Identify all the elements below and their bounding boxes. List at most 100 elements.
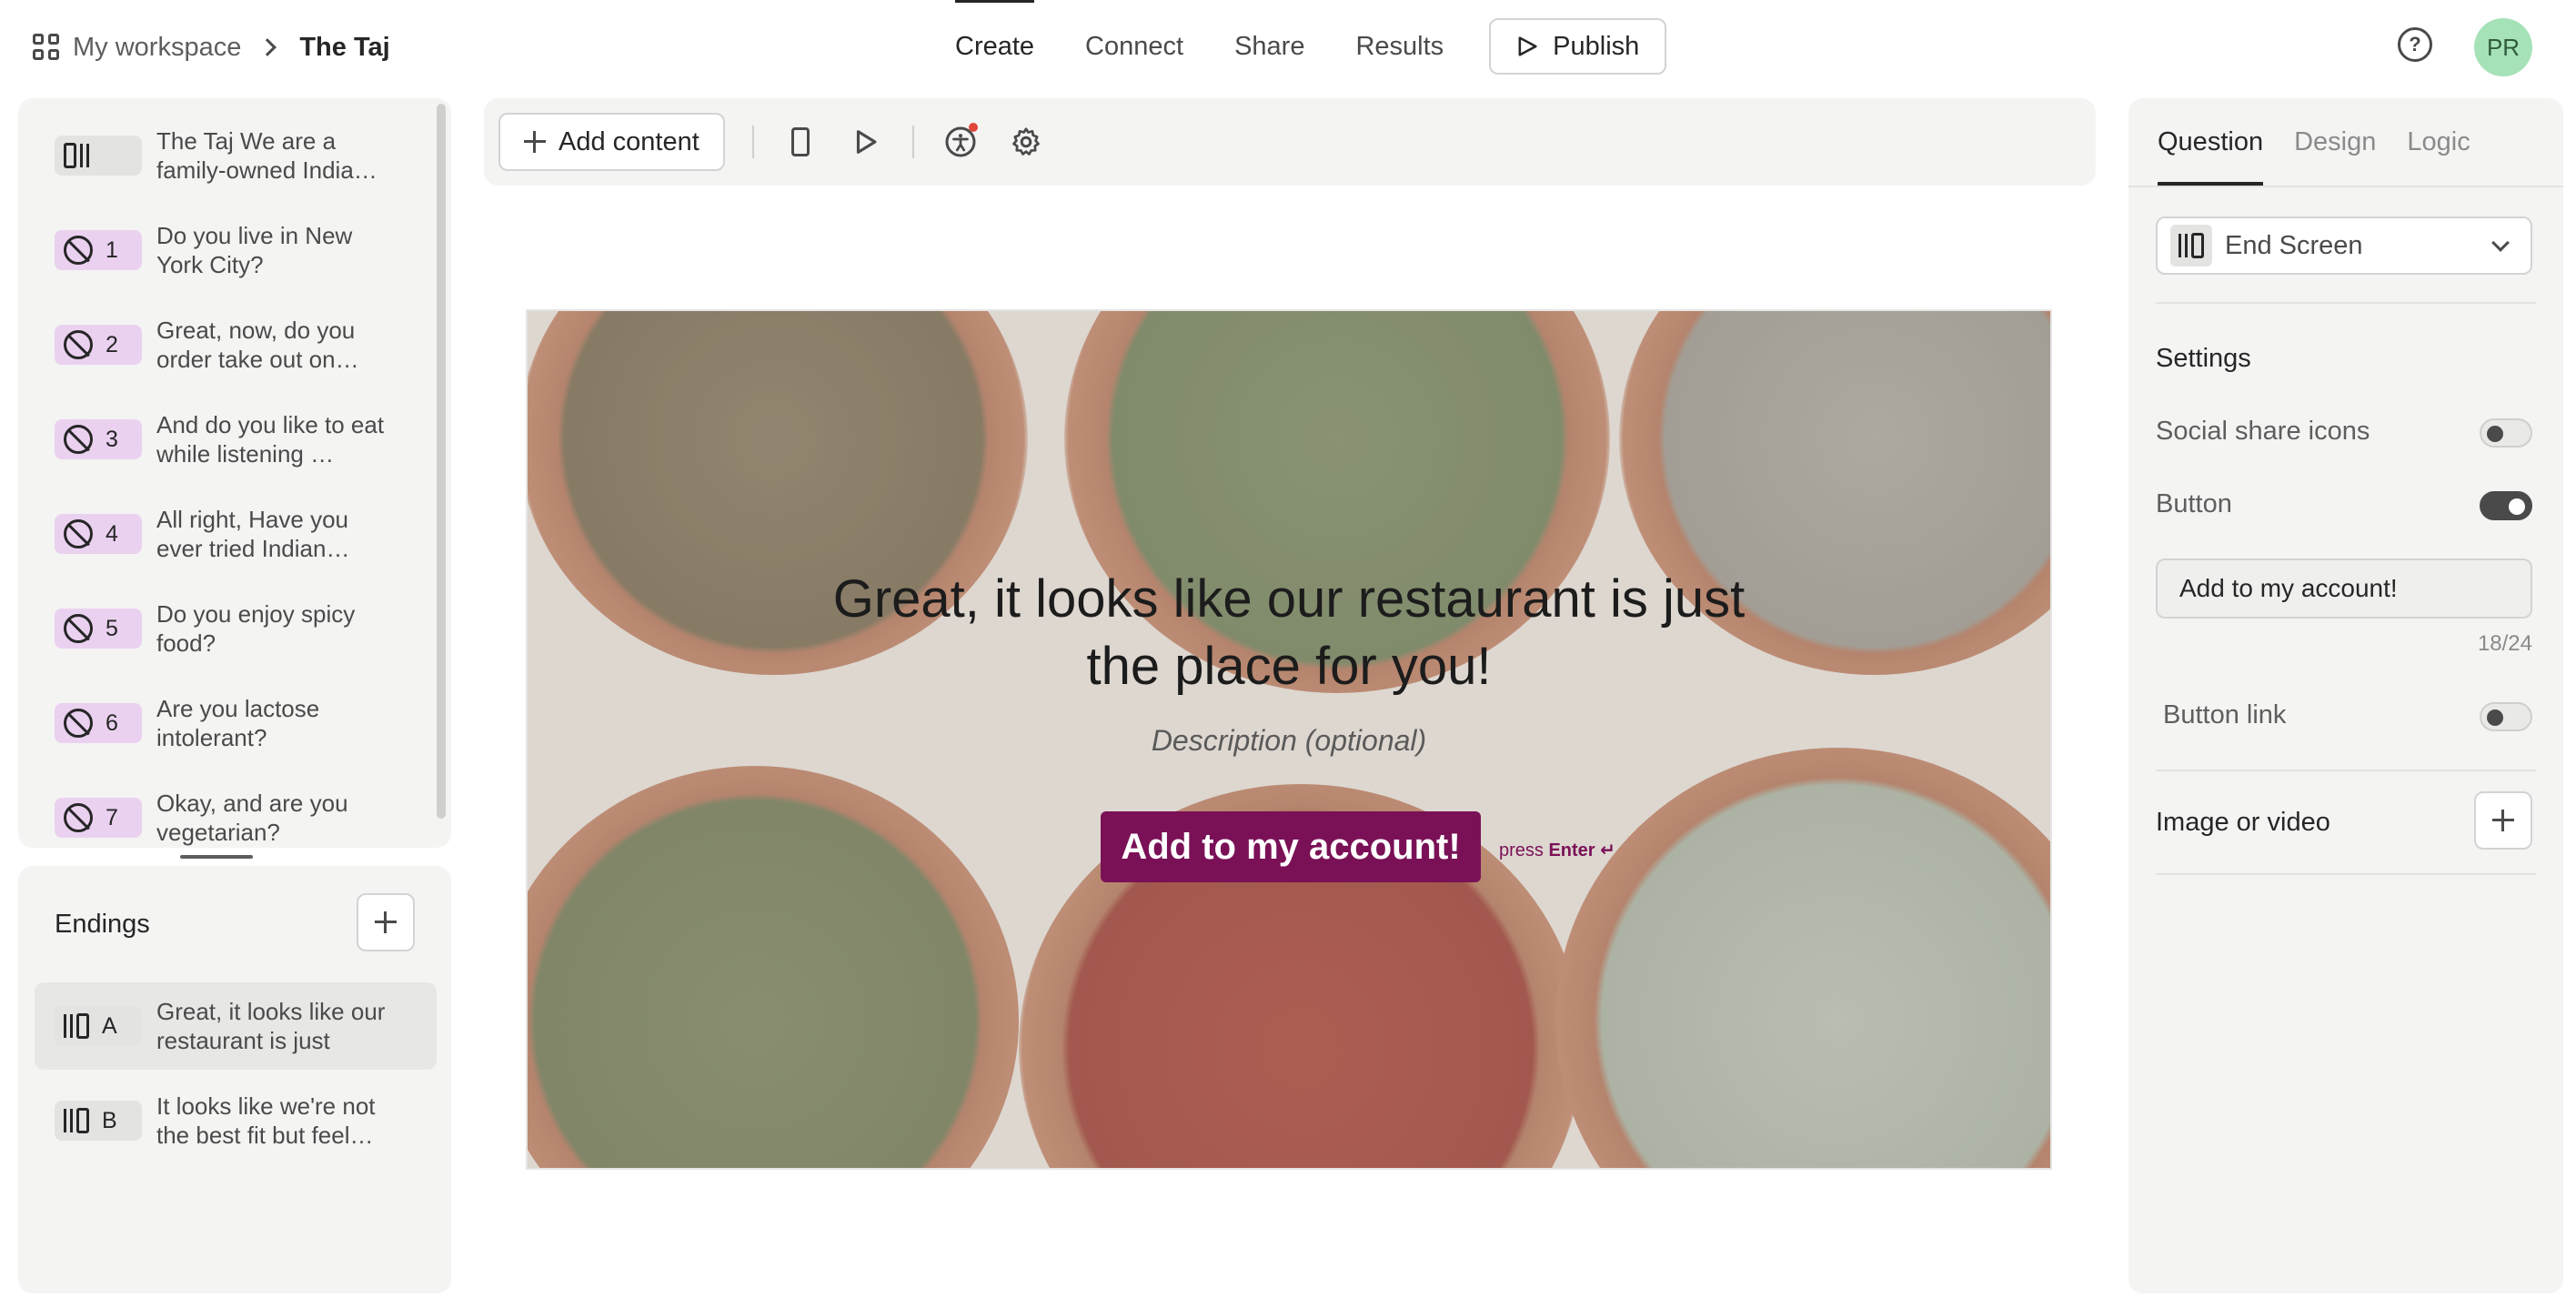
chevron-down-icon — [2491, 234, 2510, 252]
question-item[interactable]: 3 And do you like to eat while listening… — [55, 398, 418, 480]
add-ending-button[interactable] — [357, 893, 415, 951]
question-badge: 7 — [55, 798, 142, 838]
main-nav: Create Connect Share Results Publish — [955, 0, 1667, 93]
end-screen-icon — [2179, 233, 2204, 258]
press-prefix: press — [1499, 840, 1544, 860]
image-video-label: Image or video — [2156, 808, 2330, 837]
play-icon — [856, 130, 877, 154]
disabled-icon — [64, 236, 93, 265]
ending-text: It looks like we're not the best fit but… — [156, 1092, 376, 1149]
phone-icon — [790, 127, 810, 156]
add-image-button[interactable] — [2474, 791, 2532, 850]
accessibility-button[interactable] — [941, 123, 980, 161]
divider — [2156, 873, 2536, 875]
tab-logic[interactable]: Logic — [2407, 98, 2470, 186]
avatar[interactable]: PR — [2474, 18, 2532, 76]
screen-preview[interactable]: Great, it looks like our restaurant is j… — [526, 309, 2052, 1170]
questions-panel: The Taj We are a family-owned India… 1 D… — [18, 98, 451, 848]
toolbar-divider — [751, 126, 754, 158]
question-item[interactable]: 4 All right, Have you ever tried Indian… — [55, 493, 418, 575]
settings-button[interactable] — [1007, 123, 1045, 161]
tab-results[interactable]: Results — [1355, 0, 1444, 93]
question-number: 5 — [106, 615, 118, 641]
disabled-icon — [64, 425, 93, 454]
question-item[interactable]: 6 Are you lactose intolerant? — [55, 682, 418, 764]
add-content-button[interactable]: Add content — [498, 113, 725, 171]
plus-icon — [524, 131, 546, 153]
press-enter-hint: press Enter ↵ — [1499, 839, 1615, 861]
question-type-select[interactable]: End Screen — [2156, 216, 2532, 275]
properties-panel: Question Design Logic End Screen Setting… — [2128, 98, 2563, 1293]
resize-handle[interactable] — [180, 855, 253, 859]
disabled-icon — [64, 709, 93, 738]
ending-letter: A — [102, 1012, 117, 1039]
button-link-label: Button link — [2163, 700, 2287, 729]
ending-item-a[interactable]: A Great, it looks like our restaurant is… — [35, 982, 437, 1070]
tab-connect[interactable]: Connect — [1085, 0, 1183, 93]
tab-share[interactable]: Share — [1234, 0, 1304, 93]
cta-button[interactable]: Add to my account! — [1101, 811, 1481, 882]
social-share-toggle[interactable] — [2480, 418, 2532, 448]
social-share-label: Social share icons — [2156, 417, 2370, 446]
question-item[interactable]: 7 Okay, and are you vegetarian? — [55, 777, 418, 848]
tab-create[interactable]: Create — [955, 0, 1035, 93]
question-text: Do you live in New York City? — [156, 222, 353, 278]
end-screen-type-icon — [2170, 225, 2212, 267]
disabled-icon — [64, 519, 93, 548]
question-badge: 3 — [55, 419, 142, 459]
workspace-link[interactable]: My workspace — [33, 33, 241, 63]
tabs-divider — [2128, 186, 2563, 187]
mobile-preview-button[interactable] — [781, 123, 820, 161]
question-number: 4 — [106, 520, 118, 547]
form-title[interactable]: The Taj — [299, 33, 389, 63]
end-screen-headline[interactable]: Great, it looks like our restaurant is j… — [528, 566, 2050, 700]
plus-icon — [375, 911, 397, 933]
question-item[interactable]: 2 Great, now, do you order take out on… — [55, 304, 418, 386]
notification-dot — [968, 123, 978, 132]
button-link-toggle[interactable] — [2480, 702, 2532, 731]
gear-icon — [1011, 127, 1040, 156]
ending-text: Great, it looks like our restaurant is j… — [156, 998, 386, 1054]
description-placeholder[interactable]: Description (optional) — [528, 724, 2050, 758]
button-label: Button — [2156, 489, 2232, 518]
divider — [2156, 770, 2536, 771]
questions-scrollbar[interactable] — [437, 104, 446, 819]
question-text: All right, Have you ever tried Indian… — [156, 506, 350, 562]
workspace-grid-icon — [33, 34, 60, 61]
settings-title: Settings — [2156, 344, 2251, 373]
press-key: Enter ↵ — [1548, 840, 1615, 860]
question-text: The Taj We are a family-owned India… — [156, 127, 377, 184]
question-number: 6 — [106, 709, 118, 736]
send-icon — [1518, 36, 1537, 56]
editor-toolbar: Add content — [484, 98, 2096, 186]
publish-label: Publish — [1553, 31, 1640, 61]
help-icon[interactable]: ? — [2398, 27, 2432, 62]
question-number: 2 — [106, 331, 118, 357]
divider — [2156, 302, 2536, 304]
question-text: Great, now, do you order take out on… — [156, 317, 359, 373]
char-count: 18/24 — [2477, 631, 2532, 656]
button-toggle[interactable] — [2480, 491, 2532, 520]
endings-panel: Endings A Great, it looks like our resta… — [18, 866, 451, 1293]
breadcrumb: My workspace The Taj — [33, 27, 390, 67]
workspace-label: My workspace — [73, 32, 242, 62]
disabled-icon — [64, 803, 93, 832]
welcome-screen-icon — [64, 143, 89, 168]
ending-item-b[interactable]: B It looks like we're not the best fit b… — [35, 1077, 437, 1164]
publish-button[interactable]: Publish — [1489, 18, 1667, 75]
chevron-right-icon — [258, 38, 277, 56]
disabled-icon — [64, 614, 93, 643]
ending-badge: B — [55, 1101, 142, 1141]
preview-play-button[interactable] — [847, 123, 885, 161]
top-bar: My workspace The Taj Create Connect Shar… — [0, 0, 2576, 93]
question-item[interactable]: 5 Do you enjoy spicy food? — [55, 588, 418, 669]
plus-icon — [2492, 810, 2514, 831]
question-item[interactable]: 1 Do you live in New York City? — [55, 209, 418, 291]
question-number: 7 — [106, 804, 118, 830]
tab-design[interactable]: Design — [2294, 98, 2376, 186]
button-text-input[interactable] — [2156, 558, 2532, 619]
welcome-screen-item[interactable]: The Taj We are a family-owned India… — [55, 115, 418, 196]
tab-question[interactable]: Question — [2158, 98, 2264, 186]
properties-tabs: Question Design Logic — [2158, 98, 2470, 186]
endings-title: Endings — [55, 910, 150, 939]
